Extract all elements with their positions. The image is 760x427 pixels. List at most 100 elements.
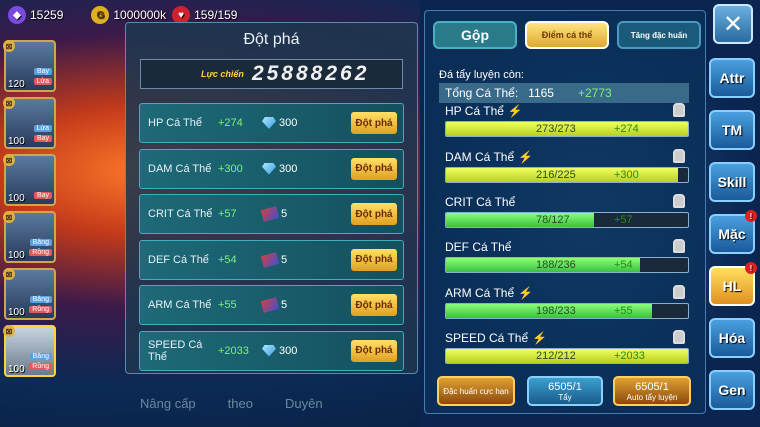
tab-follow[interactable]: theo: [228, 396, 253, 411]
scroll-icon: [260, 297, 280, 313]
stat-bar-row: DEF Cá Thể 188/236 +54: [445, 239, 689, 273]
side-button-label: HL: [722, 278, 742, 294]
bottom-tabs: Nâng cấp theo Duyên: [140, 396, 323, 411]
lock-icon: ⊠: [3, 325, 15, 337]
lightning-icon: ⚡: [532, 331, 548, 345]
pet-list: ⊠ Bay Lửa 120 ⊠ Lửa Bay 100 ⊠ Bay 100 ⊠ Băn…: [3, 40, 62, 382]
breakthrough-row: HP Cá Thể +274 300 Đột phá: [139, 103, 404, 143]
side-menu: ✕ Attr TM Skill Mặc! HL! Hóa Gen: [709, 4, 757, 422]
cost: 5: [260, 297, 288, 313]
cost: 300: [262, 344, 298, 357]
side-button-label: Gen: [718, 382, 746, 398]
stat-bonus: +274: [218, 117, 243, 129]
lightning-icon: ⚡: [507, 104, 523, 118]
total-row: Tổng Cá Thể: 1165 +2773: [439, 83, 689, 103]
pet-type-tag: Rồng: [29, 249, 52, 256]
extreme-training-label: Đặc huấn cực hạn: [443, 386, 509, 396]
breakthrough-button[interactable]: Đột phá: [351, 294, 397, 316]
side-button-2[interactable]: Skill: [709, 162, 755, 202]
stat-increase: +54: [614, 259, 633, 271]
side-button-3[interactable]: Mặc!: [709, 210, 757, 254]
extreme-training-button[interactable]: Đặc huấn cực hạn: [437, 376, 515, 406]
auto-wash-button[interactable]: 6505/1 Auto tẩy luyện: [613, 376, 691, 406]
tab-fate[interactable]: Duyên: [285, 396, 323, 411]
breakthrough-button[interactable]: Đột phá: [351, 112, 397, 134]
breakthrough-button[interactable]: Đột phá: [351, 248, 397, 271]
pet-level: 100: [8, 364, 25, 375]
lock-icon[interactable]: [673, 149, 685, 163]
stat-bar-row: SPEED Cá Thể ⚡ 212/212 +2033: [445, 330, 689, 364]
lock-icon[interactable]: [673, 194, 685, 208]
stat-increase: +55: [614, 305, 633, 317]
tab-individual-points[interactable]: Điểm cá thể: [525, 21, 609, 49]
cost-value: 5: [281, 299, 288, 311]
close-button[interactable]: ✕: [713, 4, 753, 44]
pet-type-tag: Rồng: [29, 306, 52, 313]
pet-slot[interactable]: ⊠ Bay 100: [3, 154, 56, 206]
stat-increase: +274: [614, 123, 639, 135]
gold-count: 1000000k: [113, 8, 167, 22]
diamond-icon: [262, 344, 276, 357]
stat-bonus: +54: [218, 253, 237, 266]
stat-name: SPEED Cá Thể: [445, 331, 529, 345]
lock-icon[interactable]: [673, 330, 685, 344]
stat-name: CRIT Cá Thể: [445, 195, 516, 209]
stat-name: HP Cá Thể: [445, 104, 504, 118]
lock-icon[interactable]: [673, 103, 685, 117]
pet-slot[interactable]: ⊠ Lửa Bay 100: [3, 97, 56, 149]
scroll-icon: [260, 251, 280, 268]
cost-value: 300: [279, 344, 298, 357]
wash-button[interactable]: 6505/1 Tẩy: [527, 376, 603, 406]
combat-power: Lực chiến 25888262: [140, 59, 403, 89]
cost-value: 5: [281, 253, 288, 266]
stat-value: 78/127: [536, 214, 570, 226]
stat-progress-bar: 216/225 +300: [445, 167, 689, 183]
stat-bonus: +2033: [218, 344, 249, 357]
side-button-6[interactable]: Gen: [709, 370, 755, 410]
lock-icon[interactable]: [673, 285, 685, 299]
stat-bonus: +300: [218, 162, 243, 175]
pet-type-tag: Rồng: [29, 363, 52, 370]
pet-type-tag: Băng: [29, 296, 52, 303]
side-button-0[interactable]: Attr: [709, 58, 755, 98]
pet-level: 120: [8, 79, 25, 90]
breakthrough-row: CRIT Cá Thể +57 5 Đột phá: [139, 194, 404, 234]
breakthrough-button[interactable]: Đột phá: [351, 203, 397, 225]
stat-progress-bar: 78/127 +57: [445, 212, 689, 228]
pet-slot[interactable]: ⊠ Băng Rồng 100: [3, 211, 56, 263]
stat-value: 273/273: [536, 123, 576, 135]
stat-progress-bar: 198/233 +55: [445, 303, 689, 319]
pet-slot[interactable]: ⊠ Băng Rồng 100: [3, 268, 56, 320]
stat-name: DAM Cá Thể: [445, 150, 515, 164]
stat-bar-row: CRIT Cá Thể 78/127 +57: [445, 194, 689, 228]
stat-name: CRIT Cá Thể: [148, 208, 213, 220]
breakthrough-row: DAM Cá Thể +300 300 Đột phá: [139, 148, 404, 189]
lock-icon[interactable]: [673, 239, 685, 253]
breakthrough-button[interactable]: Đột phá: [351, 339, 397, 362]
tab-upgrade[interactable]: Nâng cấp: [140, 396, 196, 411]
stat-value: 198/233: [536, 305, 576, 317]
pet-slot[interactable]: ⊠ Băng Rồng 100: [3, 325, 56, 377]
pet-type-tag: Lửa: [33, 78, 52, 85]
stat-name: DEF Cá Thể: [148, 253, 209, 266]
tab-special-training[interactable]: Tăng đặc huấn: [617, 21, 701, 49]
wash-count: 6505/1: [548, 380, 582, 393]
tab-merge[interactable]: Gộp: [433, 21, 517, 49]
cost: 300: [262, 162, 297, 175]
stat-name: ARM Cá Thể: [148, 299, 212, 311]
breakthrough-button[interactable]: Đột phá: [351, 157, 397, 180]
side-button-1[interactable]: TM: [709, 110, 755, 150]
stat-name: SPEED Cá Thể: [148, 338, 203, 363]
pet-slot[interactable]: ⊠ Bay Lửa 120: [3, 40, 56, 92]
remaining-label: Đá tẩy luyện còn:: [439, 69, 524, 81]
lock-icon: ⊠: [3, 97, 15, 109]
individual-points-panel: Gộp Điểm cá thể Tăng đặc huấn Đá tẩy luy…: [424, 10, 706, 414]
lock-icon: ⊠: [3, 268, 15, 280]
side-button-4[interactable]: HL!: [709, 262, 757, 306]
side-button-label: TM: [721, 122, 743, 138]
stat-bar-row: ARM Cá Thể ⚡ 198/233 +55: [445, 285, 689, 319]
power-label: Lực chiến: [201, 69, 244, 79]
wash-label: Tẩy: [558, 392, 572, 402]
side-button-5[interactable]: Hóa: [709, 318, 755, 358]
stat-progress-fill: [446, 213, 594, 227]
